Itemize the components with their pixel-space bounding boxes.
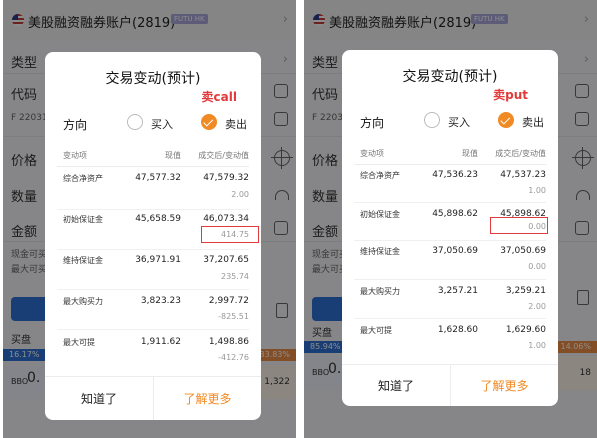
column-header-item: 变动项	[360, 149, 384, 158]
row-after-value: 46,073.34	[203, 214, 249, 224]
sell-label[interactable]: 卖出	[225, 116, 247, 132]
sell-radio-checked-icon[interactable]	[201, 114, 217, 130]
got-it-button[interactable]: 知道了	[45, 377, 153, 420]
sell-radio-checked-icon[interactable]	[498, 112, 514, 128]
column-header-current: 现值	[462, 149, 478, 158]
row-after-value: 47,579.32	[203, 173, 249, 183]
row-after-value: 37,050.69	[500, 246, 546, 256]
row-current-value: 47,536.23	[432, 170, 478, 180]
row-change-value: -825.51	[218, 312, 249, 321]
row-divider	[354, 240, 546, 241]
header-divider	[57, 166, 249, 167]
row-label: 最大购买力	[63, 297, 103, 306]
row-label: 综合净资产	[360, 171, 400, 180]
row-current-value: 3,823.23	[140, 296, 181, 306]
row-after-value: 1,629.60	[505, 325, 546, 335]
annotation-label: 卖call	[201, 90, 237, 104]
row-change-value: -412.76	[218, 353, 249, 362]
row-label: 综合净资产	[63, 174, 103, 183]
row-change-value: 1.00	[528, 341, 546, 350]
row-divider	[354, 279, 546, 280]
modal-title: 交易变动(预计)	[402, 69, 498, 85]
highlight-box	[490, 217, 548, 234]
row-divider	[57, 289, 249, 290]
learn-more-button[interactable]: 了解更多	[154, 377, 261, 420]
row-divider	[57, 209, 249, 210]
row-divider	[57, 329, 249, 330]
row-change-value: 0.00	[528, 262, 546, 271]
row-divider	[354, 202, 546, 203]
row-current-value: 47,577.32	[135, 173, 181, 183]
trade-change-modal: 交易变动(预计) 卖put 方向 买入 卖出 变动项 现值 成交后/变动值 综合…	[342, 50, 558, 406]
direction-label: 方向	[63, 118, 88, 132]
row-label: 最大可提	[360, 326, 392, 335]
row-label: 最大可提	[63, 338, 95, 347]
row-after-value: 37,207.65	[203, 255, 249, 265]
header-divider	[354, 164, 546, 165]
column-header-item: 变动项	[63, 151, 87, 160]
row-current-value: 36,971.91	[135, 255, 181, 265]
row-label: 维持保证金	[360, 247, 400, 256]
buy-radio[interactable]	[127, 114, 143, 130]
row-after-value: 2,997.72	[208, 296, 249, 306]
buy-radio[interactable]	[424, 112, 440, 128]
direction-label: 方向	[360, 116, 385, 130]
row-current-value: 37,050.69	[432, 246, 478, 256]
row-after-value: 47,537.23	[500, 170, 546, 180]
row-label: 初始保证金	[360, 210, 400, 219]
row-after-value: 3,259.21	[505, 286, 546, 296]
highlight-box	[201, 226, 259, 243]
row-label: 最大购买力	[360, 287, 400, 296]
modal-title: 交易变动(预计)	[105, 71, 201, 87]
learn-more-button[interactable]: 了解更多	[451, 365, 558, 406]
column-header-current: 现值	[165, 151, 181, 160]
row-change-value: 235.74	[221, 272, 249, 281]
row-after-value: 1,498.86	[208, 337, 249, 347]
row-current-value: 45,898.62	[432, 209, 478, 219]
row-change-value: 2.00	[528, 302, 546, 311]
row-current-value: 3,257.21	[437, 286, 478, 296]
row-label: 初始保证金	[63, 215, 103, 224]
row-change-value: 2.00	[231, 190, 249, 199]
buy-label[interactable]: 买入	[151, 116, 173, 132]
sell-label[interactable]: 卖出	[522, 114, 544, 130]
buy-label[interactable]: 买入	[448, 114, 470, 130]
got-it-button[interactable]: 知道了	[342, 365, 450, 406]
annotation-label: 卖put	[493, 88, 528, 102]
row-current-value: 45,658.59	[135, 214, 181, 224]
row-label: 维持保证金	[63, 256, 103, 265]
row-change-value: 1.00	[528, 186, 546, 195]
screenshot-panel-sell-call: 美股融资融券账户(2819) FUTU HK › 类型 › 代码 F 22031…	[3, 0, 296, 438]
column-header-after: 成交后/变动值	[495, 149, 546, 158]
column-header-after: 成交后/变动值	[198, 151, 249, 160]
trade-change-modal: 交易变动(预计) 卖call 方向 买入 卖出 变动项 现值 成交后/变动值 综…	[45, 52, 261, 420]
screenshot-panel-sell-put: 美股融资融券账户(2819) FUTU HK › 类型 › 代码 F 22031…	[304, 0, 597, 438]
row-divider	[57, 249, 249, 250]
row-current-value: 1,911.62	[140, 337, 181, 347]
row-divider	[354, 318, 546, 319]
row-current-value: 1,628.60	[437, 325, 478, 335]
